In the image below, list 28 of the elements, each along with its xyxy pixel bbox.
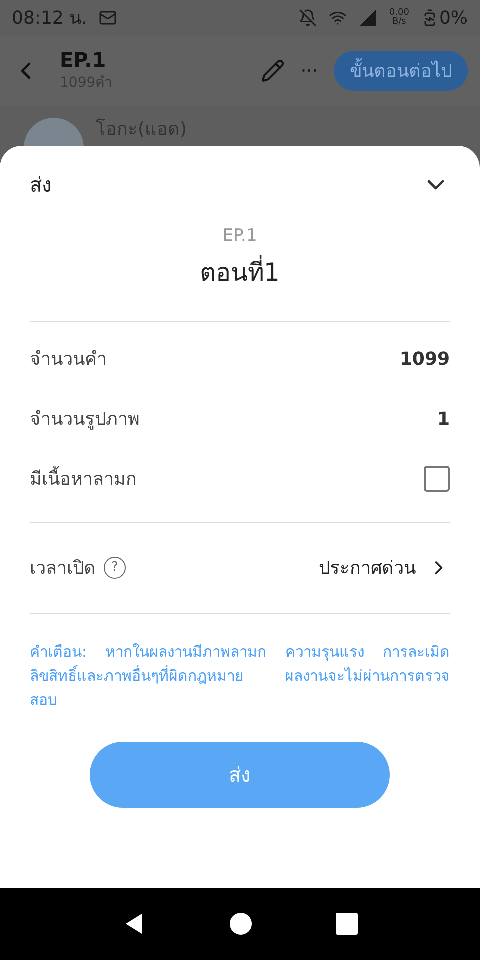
row-label: มีเนื้อหาลามก bbox=[30, 466, 137, 492]
net-speed-unit: B/s bbox=[392, 18, 406, 27]
row-value: 1099 bbox=[400, 348, 450, 372]
row-label: จำนวนรูปภาพ bbox=[30, 408, 140, 432]
mail-icon bbox=[99, 9, 118, 27]
publish-time-selector[interactable]: ประกาศด่วน bbox=[319, 554, 450, 582]
battery-level: 0% bbox=[439, 6, 468, 30]
status-time: 08:12 น. bbox=[12, 6, 88, 30]
bell-off-icon bbox=[299, 9, 318, 27]
header-title: EP.1 bbox=[60, 48, 108, 73]
next-step-button[interactable]: ขั้นตอนต่อไป bbox=[334, 51, 468, 91]
sheet-title: ส่ง bbox=[30, 172, 52, 199]
signal-icon bbox=[359, 9, 378, 27]
publish-time-label: เวลาเปิด bbox=[30, 556, 96, 580]
row-label: จำนวนคำ bbox=[30, 348, 107, 372]
net-speed: 0.00 bbox=[389, 9, 410, 18]
more-button[interactable]: ··· bbox=[292, 58, 326, 84]
hotspot-icon bbox=[329, 9, 348, 27]
pencil-icon bbox=[260, 59, 285, 83]
help-icon[interactable]: ? bbox=[104, 557, 126, 579]
edit-button[interactable] bbox=[260, 59, 285, 83]
row-value: 1 bbox=[437, 408, 450, 432]
checkbox[interactable] bbox=[424, 466, 450, 492]
submit-button[interactable]: ส่ง bbox=[90, 742, 390, 808]
episode-title: ตอนที่1 bbox=[200, 254, 280, 288]
home-nav-icon[interactable] bbox=[230, 913, 252, 935]
episode-label: EP.1 bbox=[222, 225, 258, 248]
warning-text: คำเตือน: หากในผลงานมีภาพลามก ความรุนแรง การละเมิดลิขสิทธิ์และภาพอื่นๆที่ผิดกฎหมาย ผลงานจะไม่ผ่านการตรวจสอบ bbox=[30, 642, 450, 711]
